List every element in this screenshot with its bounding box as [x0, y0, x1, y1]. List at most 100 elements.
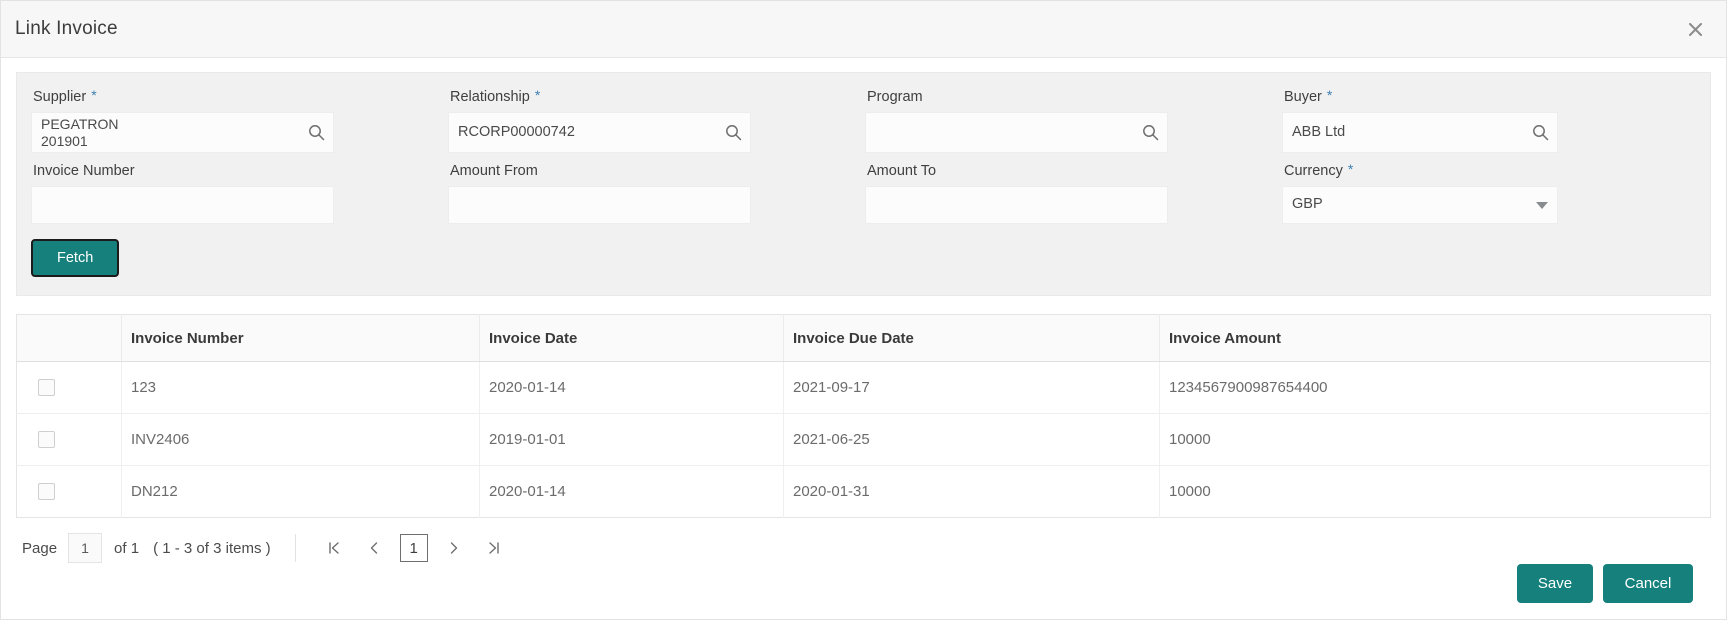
- page-button-1[interactable]: 1: [400, 534, 428, 562]
- currency-selected-value: GBP: [1283, 196, 1527, 214]
- relationship-label-text: Relationship: [450, 89, 530, 105]
- filter-row-gap: [448, 153, 865, 161]
- buyer-required-star: *: [1327, 88, 1332, 102]
- row-select-cell[interactable]: [17, 362, 122, 414]
- fetch-button[interactable]: Fetch: [31, 239, 119, 277]
- cell-invoice-due-date: 2021-09-17: [784, 362, 1160, 414]
- save-button[interactable]: Save: [1517, 564, 1593, 603]
- buyer-input-wrap[interactable]: ABB Ltd: [1282, 112, 1558, 153]
- cell-invoice-amount: 10000: [1160, 414, 1711, 466]
- cell-invoice-number: DN212: [122, 466, 480, 518]
- prev-page-icon[interactable]: [360, 534, 388, 562]
- amount-from-input-wrap[interactable]: [448, 186, 751, 224]
- field-amount-from: Amount From: [448, 161, 865, 224]
- close-icon[interactable]: [1682, 16, 1708, 42]
- field-currency: Currency * GBP: [1282, 161, 1696, 224]
- amount-to-input-wrap[interactable]: [865, 186, 1168, 224]
- filter-row-gap: [31, 153, 448, 161]
- search-icon[interactable]: [1523, 113, 1557, 152]
- relationship-input[interactable]: RCORP00000742: [449, 124, 716, 142]
- cell-invoice-amount: 10000: [1160, 466, 1711, 518]
- column-header-invoice-due-date: Invoice Due Date: [784, 315, 1160, 362]
- field-relationship: Relationship * RCORP00000742: [448, 87, 865, 153]
- chevron-down-icon[interactable]: [1527, 187, 1557, 223]
- supplier-label-text: Supplier: [33, 89, 86, 105]
- filter-row-gap: [1282, 153, 1696, 161]
- dialog-body: Supplier * PEGATRON 201901: [1, 58, 1726, 619]
- cell-invoice-date: 2020-01-14: [480, 466, 784, 518]
- supplier-input[interactable]: PEGATRON 201901: [32, 115, 299, 150]
- cell-invoice-due-date: 2021-06-25: [784, 414, 1160, 466]
- field-buyer: Buyer * ABB Ltd: [1282, 87, 1696, 153]
- table-row[interactable]: DN212 2020-01-14 2020-01-31 10000: [17, 466, 1711, 518]
- pager-divider: [295, 534, 296, 562]
- column-header-select: [17, 315, 122, 362]
- supplier-input-wrap[interactable]: PEGATRON 201901: [31, 112, 334, 153]
- amount-to-label-text: Amount To: [867, 163, 936, 179]
- fetch-row: Fetch: [31, 239, 1696, 277]
- cell-invoice-date: 2019-01-01: [480, 414, 784, 466]
- cell-invoice-due-date: 2020-01-31: [784, 466, 1160, 518]
- dialog-footer: Save Cancel: [16, 564, 1711, 619]
- page-total-label: of 1: [114, 540, 139, 557]
- pagination-bar: Page 1 of 1 ( 1 - 3 of 3 items ) 1: [16, 518, 1711, 563]
- program-label: Program: [867, 87, 1282, 106]
- buyer-label-text: Buyer: [1284, 89, 1322, 105]
- filter-row-gap: [865, 153, 1282, 161]
- amount-from-label: Amount From: [450, 161, 865, 180]
- relationship-input-wrap[interactable]: RCORP00000742: [448, 112, 751, 153]
- search-icon[interactable]: [1133, 113, 1167, 152]
- search-icon[interactable]: [716, 113, 750, 152]
- cell-invoice-number: 123: [122, 362, 480, 414]
- dialog-titlebar: Link Invoice: [1, 1, 1726, 58]
- row-checkbox[interactable]: [38, 431, 55, 448]
- amount-to-label: Amount To: [867, 161, 1282, 180]
- field-supplier: Supplier * PEGATRON 201901: [31, 87, 448, 153]
- filter-panel: Supplier * PEGATRON 201901: [16, 72, 1711, 296]
- row-checkbox[interactable]: [38, 379, 55, 396]
- program-label-text: Program: [867, 89, 923, 105]
- column-header-invoice-number: Invoice Number: [122, 315, 480, 362]
- invoice-results-table: Invoice Number Invoice Date Invoice Due …: [16, 314, 1711, 518]
- buyer-input[interactable]: ABB Ltd: [1283, 124, 1523, 142]
- column-header-invoice-amount: Invoice Amount: [1160, 315, 1711, 362]
- column-header-invoice-date: Invoice Date: [480, 315, 784, 362]
- table-header-row: Invoice Number Invoice Date Invoice Due …: [17, 315, 1711, 362]
- cell-invoice-amount: 1234567900987654400: [1160, 362, 1711, 414]
- invoice-number-input-wrap[interactable]: [31, 186, 334, 224]
- relationship-label: Relationship *: [450, 87, 865, 106]
- buyer-label: Buyer *: [1284, 87, 1696, 106]
- search-icon[interactable]: [299, 113, 333, 152]
- cell-invoice-date: 2020-01-14: [480, 362, 784, 414]
- cell-invoice-number: INV2406: [122, 414, 480, 466]
- page-title: Link Invoice: [15, 18, 118, 40]
- next-page-icon[interactable]: [440, 534, 468, 562]
- table-row[interactable]: INV2406 2019-01-01 2021-06-25 10000: [17, 414, 1711, 466]
- program-input-wrap[interactable]: [865, 112, 1168, 153]
- row-select-cell[interactable]: [17, 414, 122, 466]
- amount-from-label-text: Amount From: [450, 163, 538, 179]
- currency-required-star: *: [1348, 162, 1353, 176]
- field-amount-to: Amount To: [865, 161, 1282, 224]
- currency-label: Currency *: [1284, 161, 1696, 180]
- table-row[interactable]: 123 2020-01-14 2021-09-17 12345679009876…: [17, 362, 1711, 414]
- row-select-cell[interactable]: [17, 466, 122, 518]
- currency-select[interactable]: GBP: [1282, 186, 1558, 224]
- page-label: Page: [22, 540, 57, 557]
- field-invoice-number: Invoice Number: [31, 161, 448, 224]
- link-invoice-dialog: Link Invoice Supplier * PEGATRON 201901: [0, 0, 1727, 620]
- first-page-icon[interactable]: [320, 534, 348, 562]
- currency-label-text: Currency: [1284, 163, 1343, 179]
- cancel-button[interactable]: Cancel: [1603, 564, 1693, 603]
- items-count-label: ( 1 - 3 of 3 items ): [153, 540, 271, 557]
- supplier-required-star: *: [91, 88, 96, 102]
- filter-grid: Supplier * PEGATRON 201901: [31, 87, 1696, 224]
- invoice-number-label-text: Invoice Number: [33, 163, 135, 179]
- page-number-input[interactable]: 1: [68, 533, 102, 563]
- relationship-required-star: *: [535, 88, 540, 102]
- supplier-label: Supplier *: [33, 87, 448, 106]
- last-page-icon[interactable]: [480, 534, 508, 562]
- invoice-number-label: Invoice Number: [33, 161, 448, 180]
- field-program: Program: [865, 87, 1282, 153]
- row-checkbox[interactable]: [38, 483, 55, 500]
